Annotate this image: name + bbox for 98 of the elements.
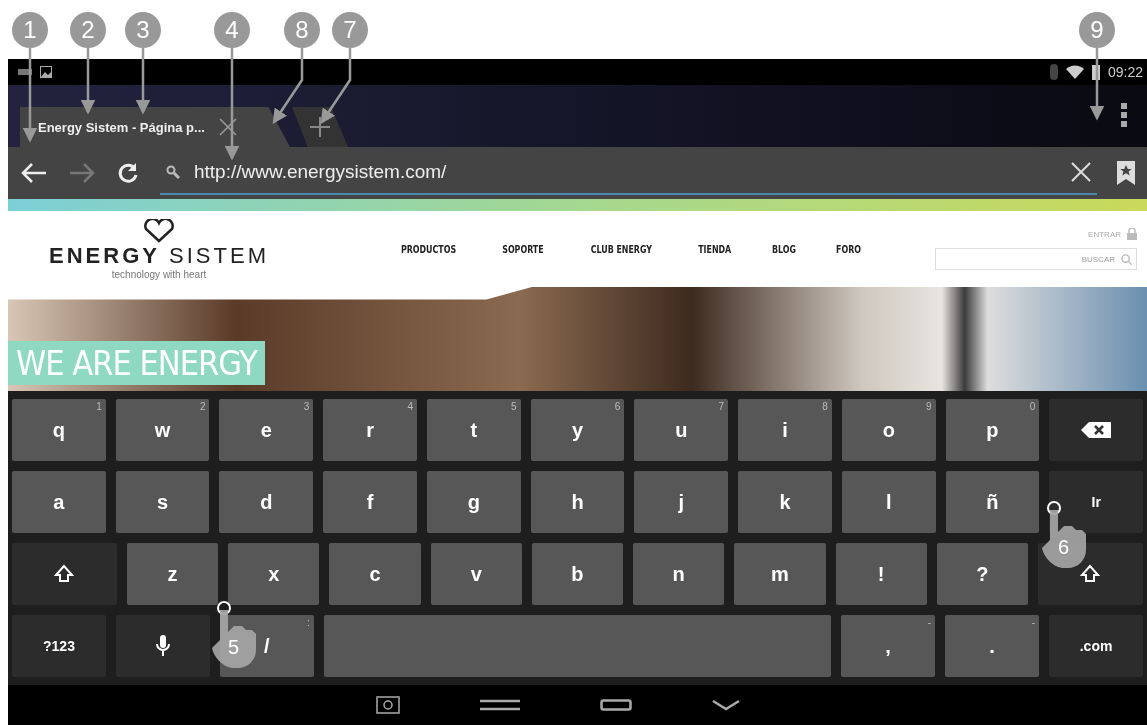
key-hint: 5 [511, 401, 517, 412]
letter-key[interactable]: t 5 [426, 399, 521, 461]
letter-key[interactable]: ! [835, 543, 927, 605]
search-icon [166, 165, 180, 179]
wifi-icon [1065, 65, 1084, 79]
key-hint: - [927, 617, 932, 628]
key-hint: 9 [926, 401, 932, 412]
site-nav-link[interactable]: PRODUCTOS [400, 242, 457, 256]
home-icon[interactable] [599, 699, 632, 711]
key-hint: 0 [1029, 401, 1036, 412]
reload-button[interactable] [116, 161, 140, 185]
letter-key[interactable]: p 0 [945, 399, 1040, 461]
callout-number: 3 [125, 12, 161, 48]
key-hint: 2 [199, 401, 206, 412]
microphone-key[interactable] [115, 615, 210, 677]
site-nav-link[interactable]: BLOG [771, 242, 796, 256]
letter-key[interactable]: b [531, 543, 624, 605]
mode-key[interactable]: .com [1049, 615, 1144, 677]
key-hint: : [307, 617, 310, 628]
shift-icon [54, 564, 75, 584]
callout-number: 8 [284, 12, 320, 48]
key-hint: 1 [96, 401, 102, 412]
key-hint: 6 [614, 401, 621, 412]
site-nav-link[interactable]: SOPORTE [502, 242, 544, 256]
letter-key[interactable]: e 3 [219, 399, 314, 461]
letter-key[interactable]: y 6 [530, 399, 625, 461]
letter-key[interactable]: s [115, 471, 210, 533]
letter-key[interactable]: g [426, 471, 521, 533]
menu-icon [1121, 103, 1127, 127]
site-nav-link[interactable]: FORO [836, 242, 862, 256]
letter-key[interactable]: ? [936, 543, 1029, 605]
letter-key[interactable]: v [430, 543, 522, 605]
search-icon [1121, 253, 1132, 265]
site-logo: ENERGY SISTEM [49, 242, 269, 269]
letter-key[interactable]: j [634, 471, 729, 533]
letter-key[interactable]: d [219, 471, 314, 533]
shift-icon [1080, 564, 1101, 584]
lock-icon [1127, 228, 1137, 240]
letter-key[interactable]: z [126, 543, 219, 605]
screenshot-icon[interactable] [375, 696, 400, 714]
letter-key[interactable]: ñ [945, 471, 1040, 533]
back-button[interactable] [20, 161, 48, 185]
callout-number: 2 [70, 12, 106, 48]
bookmark-star-icon [1117, 161, 1135, 185]
letter-key[interactable]: . - [945, 615, 1040, 677]
tab-title: Energy Sistem - Página p... [38, 119, 205, 135]
backspace-key[interactable] [1049, 399, 1144, 461]
bookmark-button[interactable] [1117, 161, 1135, 185]
callout-number: 1 [12, 12, 48, 48]
touch-number: 6 [1058, 536, 1070, 559]
arrow-right-icon [68, 161, 96, 185]
battery-icon [1091, 64, 1100, 80]
letter-key[interactable]: k [738, 471, 832, 533]
site-nav-link[interactable]: TIENDA [697, 242, 731, 256]
letter-key[interactable]: l [841, 471, 936, 533]
reload-icon [116, 161, 140, 185]
letter-key[interactable]: m [734, 543, 826, 605]
callout-number: 4 [214, 12, 250, 48]
letter-key[interactable]: n [633, 543, 725, 605]
touch-number: 5 [228, 636, 240, 659]
letter-key[interactable]: h [530, 471, 625, 533]
letter-key[interactable]: x [228, 543, 320, 605]
site-nav-link[interactable]: CLUB ENERGY [590, 242, 652, 256]
letter-key[interactable]: c [329, 543, 421, 605]
menu-button[interactable] [1121, 103, 1127, 127]
key-hint: - [1031, 617, 1036, 628]
letter-key[interactable]: , - [841, 615, 936, 677]
callout-arrow [80, 48, 96, 115]
key-hint: 8 [822, 401, 828, 412]
site-tagline: technology with heart [111, 268, 207, 280]
mode-key[interactable]: ?123 [12, 615, 106, 677]
go-key[interactable]: Ir [1049, 471, 1144, 533]
letter-key[interactable]: a [12, 471, 106, 533]
key-hint: 4 [407, 401, 413, 412]
clock-time: 09:22 [1107, 64, 1143, 80]
letter-key[interactable]: o 9 [841, 399, 936, 461]
key-hint: 3 [303, 401, 310, 412]
chevron-down-icon[interactable] [711, 699, 740, 711]
site-banner: WE ARE ENERGY [8, 341, 265, 385]
letter-key[interactable]: r 4 [323, 399, 417, 461]
plus-icon [310, 117, 330, 137]
callout-arrow [135, 48, 151, 115]
backspace-icon [1081, 422, 1112, 438]
letter-key[interactable]: i 8 [738, 399, 832, 461]
close-icon[interactable] [218, 118, 237, 136]
letter-key[interactable]: f [323, 471, 417, 533]
site-search-field[interactable]: BUSCAR [935, 248, 1137, 270]
callout-number: 7 [332, 12, 368, 48]
heart-logo-icon [142, 218, 176, 243]
key-hint: 7 [718, 401, 725, 412]
letter-key[interactable]: w 2 [115, 399, 210, 461]
callout-number: 9 [1079, 12, 1115, 48]
letter-key[interactable]: q 1 [12, 399, 106, 461]
letter-key[interactable]: u 7 [634, 399, 729, 461]
microphone-icon [154, 634, 171, 658]
image-icon [40, 66, 52, 78]
browser-tab[interactable]: Energy Sistem - Página p... [20, 107, 290, 147]
arrow-left-icon [20, 161, 48, 185]
